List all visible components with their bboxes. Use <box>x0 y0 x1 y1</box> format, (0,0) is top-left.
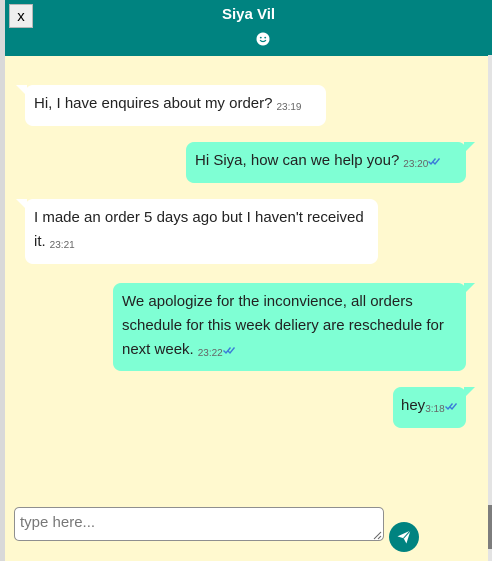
message-text: Hi, I have enquires about my order? <box>34 95 273 112</box>
message-outgoing: We apologize for the inconvience, all or… <box>113 283 475 371</box>
read-tick-icon <box>222 347 235 355</box>
window-edge <box>0 0 5 561</box>
chat-header: x Siya Vil <box>5 0 492 56</box>
message-time: 23:19 <box>276 102 302 113</box>
message-text: Hi Siya, how can we help you? <box>195 152 400 169</box>
read-tick-icon <box>444 403 457 411</box>
message-input[interactable] <box>14 507 384 541</box>
scrollbar-track[interactable] <box>488 55 492 561</box>
message-incoming: Hi, I have enquires about my order? 23:19 <box>16 85 326 126</box>
contact-name: Siya Vil <box>221 6 276 23</box>
message-text: hey <box>401 397 426 414</box>
message-time: 23:22 <box>197 348 223 359</box>
message-outgoing: Hi Siya, how can we help you? 23:20 <box>186 142 475 183</box>
message-time: 3:18 <box>425 404 445 415</box>
send-button[interactable] <box>389 522 419 552</box>
scrollbar-thumb[interactable] <box>488 505 492 549</box>
smiley-icon <box>256 32 270 46</box>
message-outgoing: hey3:18 <box>393 387 475 428</box>
message-incoming: I made an order 5 days ago but I haven't… <box>16 199 378 264</box>
read-tick-icon <box>428 158 441 166</box>
resize-handle-icon[interactable] <box>372 530 382 540</box>
message-text: We apologize for the inconvience, all or… <box>122 293 444 358</box>
message-time: 23:20 <box>403 159 429 170</box>
message-text: I made an order 5 days ago but I haven't… <box>34 209 364 250</box>
message-time: 23:21 <box>49 240 75 251</box>
paper-plane-icon <box>397 530 411 544</box>
